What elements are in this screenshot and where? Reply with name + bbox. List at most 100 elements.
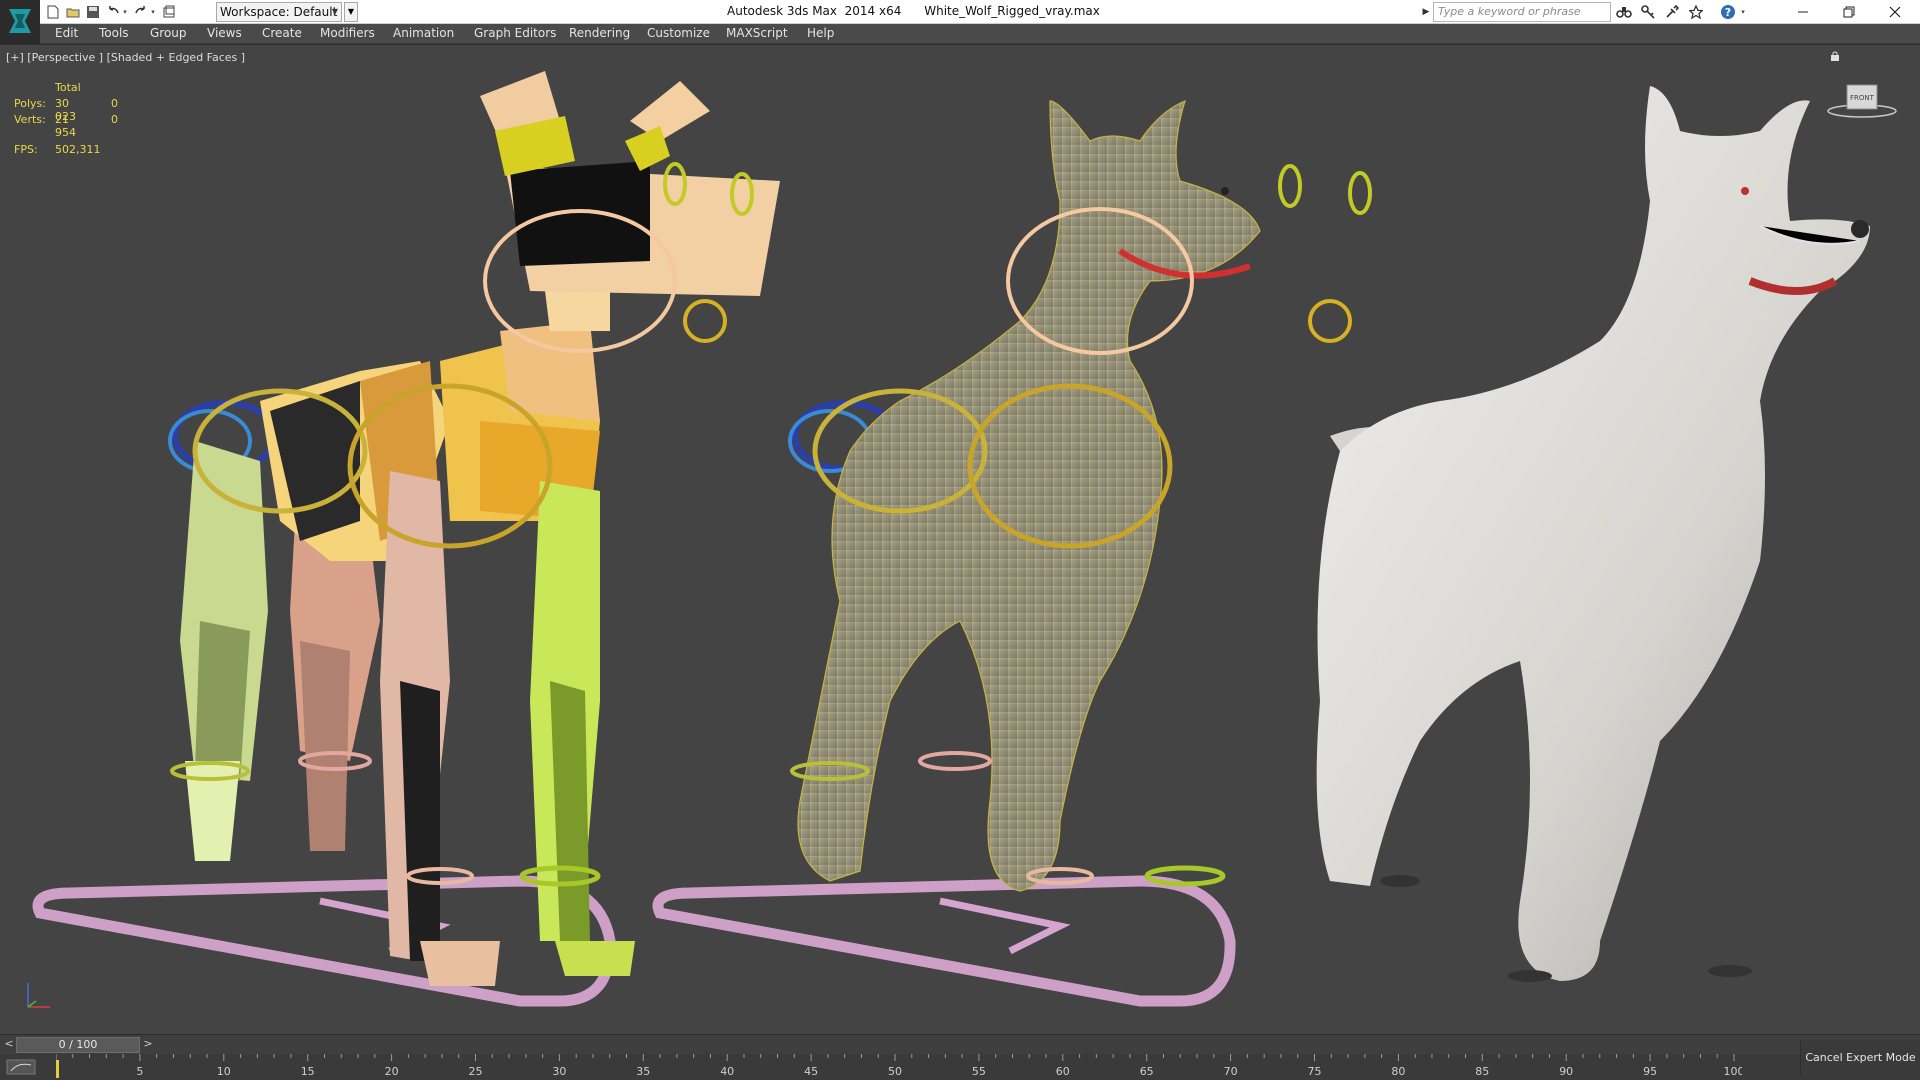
frame-ruler[interactable]: 0510152025303540455055606570758085909510… bbox=[56, 1054, 1742, 1080]
max-logo-icon bbox=[9, 9, 31, 33]
communication-center-button[interactable] bbox=[1662, 3, 1682, 21]
favorites-button[interactable] bbox=[1686, 3, 1706, 21]
viewcube[interactable]: FRONT bbox=[1827, 83, 1897, 119]
fps-value: 502,311 bbox=[55, 143, 101, 156]
mini-curve-editor-icon[interactable] bbox=[6, 1059, 36, 1075]
viewport-label[interactable]: [+] [Perspective ] [Shaded + Edged Faces… bbox=[6, 51, 245, 64]
title-bar: ▾ ▾ Workspace: Default ▼ ▼ Autodesk 3ds … bbox=[0, 0, 1920, 44]
scene-canvas[interactable] bbox=[0, 45, 1920, 1034]
verts-total: 21 954 bbox=[55, 113, 76, 139]
menu-views[interactable]: Views bbox=[207, 26, 242, 40]
frame-label: 55 bbox=[972, 1065, 986, 1078]
frame-label: 20 bbox=[385, 1065, 399, 1078]
file-name: White_Wolf_Rigged_vray.max bbox=[924, 4, 1100, 18]
workspace-dropdown[interactable]: Workspace: Default ▼ bbox=[216, 2, 342, 22]
current-frame-marker[interactable] bbox=[56, 1060, 59, 1078]
menu-tools[interactable]: Tools bbox=[99, 26, 129, 40]
frame-label: 25 bbox=[469, 1065, 483, 1078]
polys-label: Polys: bbox=[14, 97, 46, 110]
menu-edit[interactable]: Edit bbox=[55, 26, 78, 40]
frame-label: 75 bbox=[1308, 1065, 1322, 1078]
exchange-icon bbox=[1666, 5, 1679, 18]
key-icon bbox=[1641, 5, 1655, 19]
perspective-viewport[interactable]: [+] [Perspective ] [Shaded + Edged Faces… bbox=[0, 44, 1920, 1034]
menu-modifiers[interactable]: Modifiers bbox=[320, 26, 375, 40]
open-file-icon bbox=[66, 8, 80, 18]
frame-label: 30 bbox=[552, 1065, 566, 1078]
menu-animation[interactable]: Animation bbox=[393, 26, 454, 40]
frame-label: 35 bbox=[636, 1065, 650, 1078]
frame-label: 65 bbox=[1140, 1065, 1154, 1078]
undo-dropdown[interactable]: ▾ bbox=[120, 3, 130, 21]
menu-maxscript[interactable]: MAXScript bbox=[726, 26, 788, 40]
frame-label: 100 bbox=[1724, 1065, 1743, 1078]
restore-button[interactable] bbox=[1826, 0, 1872, 24]
app-menu-button[interactable] bbox=[0, 0, 40, 44]
lock-icon[interactable] bbox=[1830, 51, 1840, 61]
save-icon bbox=[87, 6, 99, 18]
close-icon bbox=[1889, 6, 1901, 18]
search-button[interactable] bbox=[1614, 3, 1634, 21]
redo-icon bbox=[135, 6, 145, 14]
project-folder-icon bbox=[163, 5, 175, 18]
frame-label: 15 bbox=[301, 1065, 315, 1078]
frame-label: 50 bbox=[888, 1065, 902, 1078]
polys-selected: 0 bbox=[111, 97, 118, 110]
fps-label: FPS: bbox=[14, 143, 38, 156]
rig-bones-model[interactable] bbox=[32, 71, 780, 1007]
frame-label: 5 bbox=[136, 1065, 143, 1078]
star-icon bbox=[1689, 5, 1703, 19]
minimize-icon bbox=[1798, 11, 1808, 13]
project-folder-button[interactable] bbox=[160, 3, 178, 21]
app-name: Autodesk 3ds Max 2014 x64 bbox=[727, 4, 902, 18]
workspace-label: Workspace: Default bbox=[220, 5, 338, 19]
verts-label: Verts: bbox=[14, 113, 46, 126]
help-dropdown[interactable]: ▾ bbox=[1738, 3, 1748, 21]
cancel-expert-mode-button[interactable]: Cancel Expert Mode bbox=[1800, 1040, 1920, 1076]
subscription-button[interactable] bbox=[1638, 3, 1658, 21]
menu-rendering[interactable]: Rendering bbox=[569, 26, 630, 40]
search-input[interactable]: Type a keyword or phrase bbox=[1433, 2, 1611, 22]
binoculars-icon bbox=[1616, 7, 1632, 18]
menu-graph-editors[interactable]: Graph Editors bbox=[474, 26, 556, 40]
frame-label: 90 bbox=[1559, 1065, 1573, 1078]
new-file-icon bbox=[47, 5, 59, 19]
save-button[interactable] bbox=[84, 3, 102, 21]
window-title: Autodesk 3ds Max 2014 x64 White_Wolf_Rig… bbox=[727, 4, 1100, 18]
help-icon: ? bbox=[1721, 5, 1735, 19]
chevron-right-icon[interactable]: > bbox=[141, 1037, 155, 1053]
frame-label: 60 bbox=[1056, 1065, 1070, 1078]
svg-text:?: ? bbox=[1725, 6, 1731, 19]
frame-label: 70 bbox=[1224, 1065, 1238, 1078]
workspace-menu-arrow[interactable]: ▼ bbox=[344, 2, 358, 22]
open-file-button[interactable] bbox=[64, 3, 82, 21]
frame-label: 10 bbox=[217, 1065, 231, 1078]
undo-icon bbox=[109, 6, 119, 14]
restore-icon bbox=[1843, 6, 1855, 18]
frame-label: 85 bbox=[1475, 1065, 1489, 1078]
frame-label: 80 bbox=[1391, 1065, 1405, 1078]
frame-label: 95 bbox=[1643, 1065, 1657, 1078]
chevron-down-icon: ▼ bbox=[331, 7, 338, 16]
help-button[interactable]: ? bbox=[1718, 3, 1738, 21]
app-window: ▾ ▾ Workspace: Default ▼ ▼ Autodesk 3ds … bbox=[0, 0, 1920, 1080]
track-bar[interactable]: 0510152025303540455055606570758085909510… bbox=[0, 1054, 1920, 1080]
new-file-button[interactable] bbox=[44, 3, 62, 21]
viewcube-face-label: FRONT bbox=[1850, 94, 1875, 102]
menu-group[interactable]: Group bbox=[150, 26, 187, 40]
time-slider[interactable]: < 0 / 100 > bbox=[0, 1034, 1920, 1054]
close-button[interactable] bbox=[1872, 0, 1918, 24]
menu-create[interactable]: Create bbox=[262, 26, 302, 40]
rendered-wolf-model[interactable] bbox=[1316, 86, 1870, 982]
frame-label: 45 bbox=[804, 1065, 818, 1078]
minimize-button[interactable] bbox=[1780, 0, 1826, 24]
search-expand-arrow[interactable]: ▶ bbox=[1420, 3, 1432, 21]
time-slider-thumb[interactable]: 0 / 100 bbox=[16, 1037, 140, 1053]
redo-dropdown[interactable]: ▾ bbox=[148, 3, 158, 21]
menu-help[interactable]: Help bbox=[807, 26, 834, 40]
menu-customize[interactable]: Customize bbox=[647, 26, 710, 40]
axis-tripod-icon bbox=[27, 983, 50, 1008]
stats-header: Total bbox=[55, 81, 81, 94]
menu-bar: Edit Tools Group Views Create Modifiers … bbox=[40, 24, 1920, 44]
chevron-left-icon[interactable]: < bbox=[2, 1037, 16, 1053]
